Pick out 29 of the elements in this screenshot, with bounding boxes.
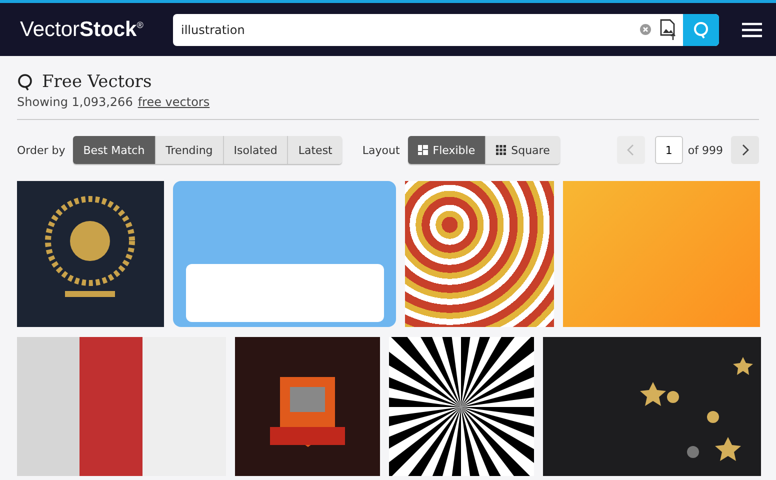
search-button[interactable] bbox=[683, 14, 719, 46]
sort-option[interactable]: Best Match bbox=[73, 136, 156, 164]
chevron-left-icon bbox=[626, 144, 635, 156]
logo[interactable]: VectorStock$^{®}$ bbox=[20, 18, 170, 42]
search-icon bbox=[693, 20, 709, 38]
image-upload-icon[interactable] bbox=[659, 18, 677, 40]
page-total: of 999 bbox=[688, 144, 723, 156]
layout-label: Layout bbox=[362, 144, 400, 156]
clear-icon[interactable] bbox=[640, 24, 651, 35]
sort-option[interactable]: Isolated bbox=[224, 136, 288, 164]
layout-option[interactable]: Flexible bbox=[408, 136, 486, 164]
menu-icon[interactable] bbox=[742, 22, 762, 38]
layout-option[interactable]: Square bbox=[486, 136, 560, 164]
sort-option[interactable]: Latest bbox=[288, 136, 342, 164]
search-icon bbox=[17, 73, 33, 91]
free-vectors-link[interactable]: free vectors bbox=[138, 95, 210, 109]
flexible-layout-icon bbox=[418, 145, 428, 155]
sunburst-illustration[interactable] bbox=[389, 337, 534, 476]
result-count: Showing 1,093,266 bbox=[17, 95, 133, 109]
luxury-badge-illustration[interactable] bbox=[17, 181, 164, 327]
order-by-label: Order by bbox=[17, 144, 66, 156]
sort-option[interactable]: Trending bbox=[156, 136, 224, 164]
grid-icon bbox=[496, 145, 506, 155]
search-bar[interactable]: illustration bbox=[173, 14, 719, 46]
page-number-field[interactable]: 1 bbox=[654, 136, 683, 164]
confetti-illustration[interactable] bbox=[543, 337, 761, 476]
search-field[interactable]: illustration bbox=[173, 22, 640, 36]
page-title: Free Vectors bbox=[42, 72, 152, 92]
chevron-right-icon bbox=[741, 144, 749, 156]
